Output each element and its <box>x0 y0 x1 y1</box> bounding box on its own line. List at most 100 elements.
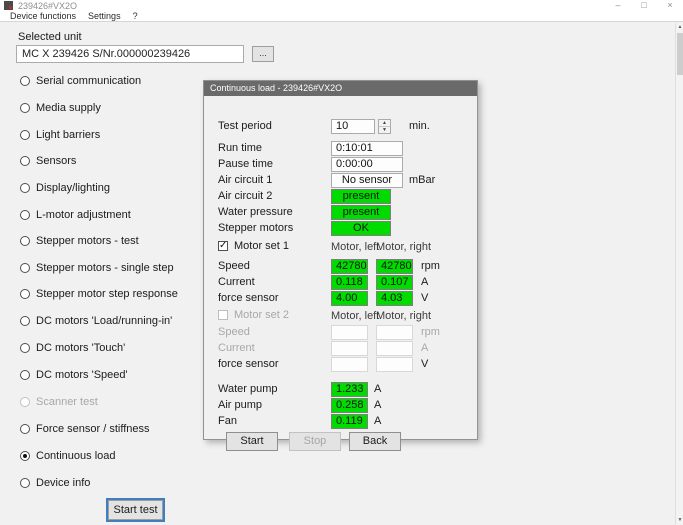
menu-help[interactable]: ? <box>127 11 144 21</box>
force-sensor-left-value-2 <box>331 357 368 372</box>
test-option-sensors[interactable]: Sensors <box>20 154 76 168</box>
start-test-button[interactable]: Start test <box>108 500 163 520</box>
radio-icon <box>20 76 30 86</box>
air-circuit-1-status: No sensor <box>331 173 403 188</box>
scrollbar-thumb[interactable] <box>677 33 683 75</box>
current-right-value-2 <box>376 341 413 356</box>
close-icon[interactable]: × <box>657 0 683 11</box>
browse-unit-button[interactable]: ... <box>252 46 274 62</box>
speed-left-value-2 <box>331 325 368 340</box>
water-pressure-label: Water pressure <box>218 206 293 218</box>
maximize-icon[interactable]: □ <box>631 0 657 11</box>
water-pump-unit: A <box>374 383 381 395</box>
current-left-value-2 <box>331 341 368 356</box>
radio-icon <box>20 370 30 380</box>
motor-right-header: Motor, right <box>376 241 431 253</box>
water-pump-value: 1.233 <box>331 382 368 397</box>
speed-label-2: Speed <box>218 326 250 338</box>
test-option-media-supply[interactable]: Media supply <box>20 101 101 115</box>
fan-value: 0.119 <box>331 414 368 429</box>
motor-set-1-checkbox[interactable]: Motor set 1 <box>218 240 289 252</box>
test-period-label: Test period <box>218 120 272 132</box>
minimize-icon[interactable]: – <box>605 0 631 11</box>
radio-icon <box>20 343 30 353</box>
run-time-label: Run time <box>218 142 262 154</box>
checkbox-checked-icon <box>218 241 228 251</box>
motor-left-header: Motor, left <box>331 241 379 253</box>
water-pump-label: Water pump <box>218 383 278 395</box>
stepper-motors-status: OK <box>331 221 391 236</box>
motor-left-header-2: Motor, left <box>331 310 379 322</box>
force-sensor-left-value: 4.00 <box>331 291 368 306</box>
current-left-value: 0.118 <box>331 275 368 290</box>
radio-icon <box>20 424 30 434</box>
continuous-load-dialog: Continuous load - 239426#VX2O Test perio… <box>203 80 478 440</box>
app-icon <box>4 1 13 10</box>
radio-icon <box>20 156 30 166</box>
back-button[interactable]: Back <box>349 432 401 451</box>
speed-right-value: 42780 <box>376 259 413 274</box>
scroll-up-icon[interactable]: ▲ <box>676 23 683 32</box>
test-period-input[interactable]: 10 <box>331 119 375 134</box>
test-option-display-lighting[interactable]: Display/lighting <box>20 181 110 195</box>
test-option-continuous-load[interactable]: Continuous load <box>20 449 116 463</box>
dialog-titlebar[interactable]: Continuous load - 239426#VX2O <box>204 81 477 96</box>
test-option-serial-communication[interactable]: Serial communication <box>20 74 141 88</box>
current-unit-2: A <box>421 342 428 354</box>
air-circuit-2-label: Air circuit 2 <box>218 190 272 202</box>
menu-settings[interactable]: Settings <box>82 11 127 21</box>
test-option-stepper-motors-single-step[interactable]: Stepper motors - single step <box>20 261 174 275</box>
force-sensor-unit-2: V <box>421 358 428 370</box>
test-option-device-info[interactable]: Device info <box>20 476 90 490</box>
test-option-l-motor-adjustment[interactable]: L-motor adjustment <box>20 208 131 222</box>
radio-selected-icon <box>20 451 30 461</box>
scroll-down-icon[interactable]: ▼ <box>676 516 683 525</box>
selected-unit-label: Selected unit <box>18 31 82 43</box>
checkbox-unchecked-icon <box>218 310 228 320</box>
test-option-light-barriers[interactable]: Light barriers <box>20 128 100 142</box>
speed-label: Speed <box>218 260 250 272</box>
test-option-dc-motors-speed[interactable]: DC motors 'Speed' <box>20 368 128 382</box>
window-titlebar: 239426#VX2O – □ × <box>0 0 683 11</box>
test-period-spinner[interactable]: ▲ ▼ <box>378 119 391 134</box>
spinner-down-icon[interactable]: ▼ <box>379 127 390 134</box>
motor-set-2-checkbox: Motor set 2 <box>218 309 289 321</box>
test-option-scanner-test: Scanner test <box>20 395 98 409</box>
window-title: 239426#VX2O <box>18 1 77 11</box>
test-option-dc-motors-touch[interactable]: DC motors 'Touch' <box>20 341 125 355</box>
vertical-scrollbar[interactable]: ▲ ▼ <box>675 23 683 525</box>
stop-button: Stop <box>289 432 341 451</box>
test-option-stepper-motor-step-response[interactable]: Stepper motor step response <box>20 287 178 301</box>
pause-time-label: Pause time <box>218 158 273 170</box>
menubar: Device functions Settings ? <box>0 11 683 22</box>
force-sensor-right-value-2 <box>376 357 413 372</box>
speed-unit-2: rpm <box>421 326 440 338</box>
current-unit: A <box>421 276 428 288</box>
radio-icon <box>20 183 30 193</box>
test-option-dc-motors-load[interactable]: DC motors 'Load/running-in' <box>20 314 172 328</box>
run-time-field: 0:10:01 <box>331 141 403 156</box>
speed-unit: rpm <box>421 260 440 272</box>
selected-unit-field[interactable]: MC X 239426 S/Nr.000000239426 <box>16 45 244 63</box>
force-sensor-right-value: 4.03 <box>376 291 413 306</box>
test-option-force-sensor-stiffness[interactable]: Force sensor / stiffness <box>20 422 150 436</box>
speed-right-value-2 <box>376 325 413 340</box>
radio-icon <box>20 397 30 407</box>
speed-left-value: 42780 <box>331 259 368 274</box>
spinner-up-icon[interactable]: ▲ <box>379 120 390 127</box>
motor-right-header-2: Motor, right <box>376 310 431 322</box>
radio-icon <box>20 236 30 246</box>
start-button[interactable]: Start <box>226 432 278 451</box>
fan-label: Fan <box>218 415 237 427</box>
air-pump-unit: A <box>374 399 381 411</box>
current-label-2: Current <box>218 342 255 354</box>
air-circuit-1-unit: mBar <box>409 174 435 186</box>
pause-time-field: 0:00:00 <box>331 157 403 172</box>
test-option-stepper-motors-test[interactable]: Stepper motors - test <box>20 234 139 248</box>
air-circuit-2-status: present <box>331 189 391 204</box>
radio-icon <box>20 210 30 220</box>
stepper-motors-label: Stepper motors <box>218 222 293 234</box>
fan-unit: A <box>374 415 381 427</box>
menu-device-functions[interactable]: Device functions <box>0 11 82 21</box>
air-pump-label: Air pump <box>218 399 262 411</box>
